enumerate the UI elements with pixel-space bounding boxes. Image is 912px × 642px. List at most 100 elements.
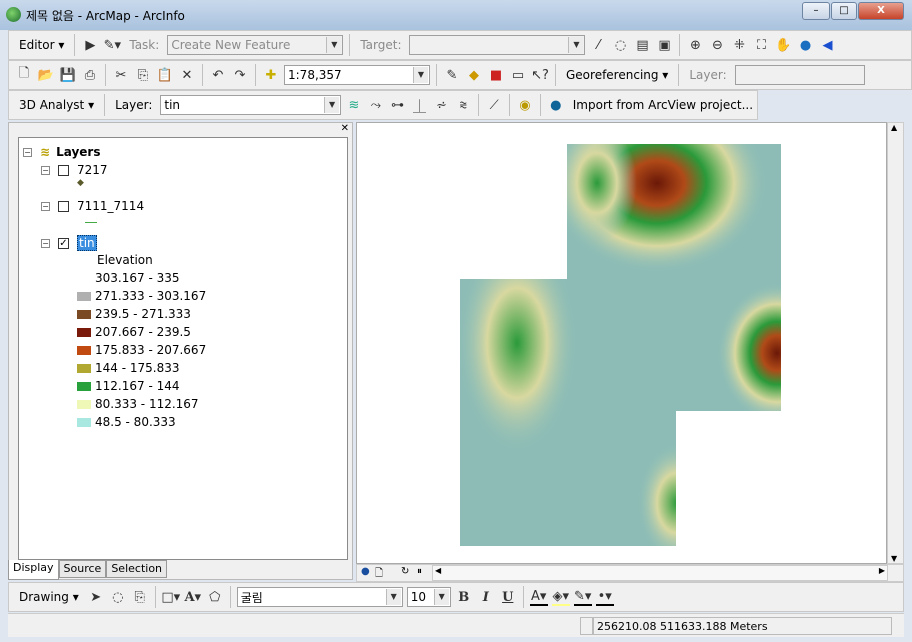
map-scale-dropdown[interactable]: 1:78,357 ▼ — [284, 65, 430, 85]
layer-name-selected[interactable]: tin — [77, 235, 97, 251]
paste-icon[interactable]: 📋 — [156, 66, 174, 84]
sketch-properties-icon[interactable]: ▣ — [655, 36, 673, 54]
arccatalog-icon[interactable]: ◆ — [465, 66, 483, 84]
underline-button[interactable]: U — [499, 588, 517, 606]
drawing-menu[interactable]: Drawing ▾ — [15, 586, 83, 608]
horizontal-scrollbar[interactable]: ◀ ▶ — [432, 565, 888, 581]
layout-view-icon[interactable]: 🗋 — [375, 566, 383, 583]
layer-visibility-checkbox[interactable]: ✓ — [58, 237, 69, 249]
font-dropdown[interactable]: 굴림 ▼ — [236, 587, 403, 607]
maximize-button[interactable]: □ — [831, 2, 857, 20]
globe-import-icon[interactable]: ● — [547, 96, 565, 114]
layer-7111-7114[interactable]: − 7111_7114 — [41, 199, 144, 213]
layer-visibility-checkbox[interactable] — [58, 200, 69, 212]
arcscene-icon[interactable]: ◉ — [516, 96, 534, 114]
collapse-icon[interactable]: − — [41, 165, 50, 175]
undo-icon[interactable]: ↶ — [209, 66, 227, 84]
select-elements-icon[interactable]: ➤ — [87, 588, 105, 606]
full-extent-globe-icon[interactable]: ● — [796, 36, 814, 54]
chevron-down-icon[interactable]: ▼ — [326, 37, 342, 53]
command-line-icon[interactable]: ▭ — [509, 66, 527, 84]
chevron-down-icon[interactable]: ▼ — [568, 37, 584, 53]
attributes-icon[interactable]: ▤ — [633, 36, 651, 54]
layer-tin[interactable]: − ✓ tin — [41, 235, 97, 251]
zoom-in-icon[interactable]: ⊕ — [686, 36, 704, 54]
arctoolbox-icon[interactable]: ■ — [487, 66, 505, 84]
line-of-sight-icon[interactable]: ⊶ — [389, 96, 407, 114]
pause-drawing-icon[interactable]: ⏸ — [417, 566, 422, 577]
zoom-to-elements-icon[interactable]: ⎘ — [131, 588, 149, 606]
split-tool-icon[interactable]: ⁄ — [589, 36, 607, 54]
whats-this-help-icon[interactable]: ↖? — [531, 66, 549, 84]
collapse-icon[interactable]: − — [41, 201, 50, 211]
data-frame-label[interactable]: Layers — [56, 145, 100, 159]
interpolate-polygon-icon[interactable]: ⩬ — [454, 96, 472, 114]
layer-name[interactable]: 7217 — [77, 163, 108, 177]
delete-icon[interactable]: ✕ — [178, 66, 196, 84]
chevron-down-icon[interactable]: ▼ — [324, 97, 340, 113]
refresh-icon[interactable]: ↻ — [401, 566, 409, 577]
text-icon[interactable]: A▾ — [184, 588, 202, 606]
layer-7217[interactable]: − 7217 — [41, 163, 108, 177]
edit-tool-icon[interactable]: ▶ — [81, 36, 99, 54]
georef-layer-dropdown[interactable] — [734, 65, 865, 85]
rotate-tool-icon[interactable]: ◌ — [611, 36, 629, 54]
cut-icon[interactable]: ✂ — [112, 66, 130, 84]
edit-vertices-icon[interactable]: ⬠ — [206, 588, 224, 606]
line-color-icon[interactable]: ✎▾ — [573, 588, 592, 606]
layer-dropdown[interactable]: tin ▼ — [160, 95, 342, 115]
chevron-down-icon[interactable]: ▼ — [413, 67, 428, 83]
close-button[interactable]: X — [858, 2, 904, 20]
import-arcview-button[interactable]: Import from ArcView project... — [569, 94, 757, 116]
steepest-path-icon[interactable]: ⤳ — [367, 96, 385, 114]
target-dropdown[interactable]: ▼ — [409, 35, 586, 55]
contour-tool-icon[interactable]: ≋ — [345, 96, 363, 114]
pan-hand-icon[interactable]: ✋ — [774, 36, 792, 54]
interpolate-line-icon[interactable]: ⩫ — [432, 96, 450, 114]
divider — [509, 94, 511, 116]
save-icon[interactable]: 💾 — [59, 66, 77, 84]
vertical-scrollbar[interactable]: ▲ ▼ — [887, 122, 904, 564]
chevron-down-icon[interactable]: ▼ — [385, 589, 401, 605]
font-color-icon[interactable]: A▾ — [529, 588, 548, 606]
zoom-out-icon[interactable]: ⊖ — [708, 36, 726, 54]
editor-toolbar-icon[interactable]: ✎ — [443, 66, 461, 84]
redo-icon[interactable]: ↷ — [231, 66, 249, 84]
fixed-zoom-out-icon[interactable]: ⛶ — [752, 36, 770, 54]
layer-visibility-checkbox[interactable] — [58, 164, 69, 176]
data-view-icon[interactable]: ● — [361, 566, 370, 577]
tab-source[interactable]: Source — [58, 560, 107, 578]
close-toc-icon[interactable]: ✕ — [341, 123, 349, 134]
open-folder-icon[interactable]: 📂 — [37, 66, 55, 84]
georeferencing-menu[interactable]: Georeferencing ▾ — [562, 64, 672, 86]
map-display[interactable] — [356, 122, 887, 564]
collapse-icon[interactable]: − — [41, 238, 50, 248]
font-size-dropdown[interactable]: 10 ▼ — [406, 587, 451, 607]
editor-menu[interactable]: Editor ▾ — [15, 34, 68, 56]
rotate-icon[interactable]: ◌ — [109, 588, 127, 606]
tab-selection[interactable]: Selection — [106, 560, 168, 578]
tab-display[interactable]: Display — [8, 560, 59, 580]
bold-button[interactable]: B — [455, 588, 473, 606]
back-arrow-icon[interactable]: ◀ — [818, 36, 836, 54]
layer-name[interactable]: 7111_7114 — [77, 199, 144, 213]
3d-analyst-menu[interactable]: 3D Analyst ▾ — [15, 94, 98, 116]
print-icon[interactable]: ⎙ — [81, 66, 99, 84]
fixed-zoom-in-icon[interactable]: ⁜ — [730, 36, 748, 54]
sketch-pencil-icon[interactable]: ✎▾ — [103, 36, 121, 54]
profile-graph-icon[interactable]: ⟋ — [485, 96, 503, 114]
interpolate-point-icon[interactable]: ⏊ — [411, 96, 429, 115]
italic-button[interactable]: I — [477, 588, 495, 606]
minimize-button[interactable]: – — [802, 2, 830, 20]
collapse-icon[interactable]: − — [23, 147, 32, 157]
chevron-down-icon[interactable]: ▼ — [433, 589, 449, 605]
add-data-icon[interactable]: ✚ — [262, 66, 280, 84]
new-document-icon[interactable]: 🗋 — [15, 66, 33, 84]
fill-color-icon[interactable]: ◈▾ — [551, 588, 570, 606]
task-dropdown[interactable]: Create New Feature ▼ — [167, 35, 344, 55]
copy-icon[interactable]: ⎘ — [134, 66, 152, 84]
toc-tabs: Display Source Selection — [8, 560, 168, 580]
rectangle-icon[interactable]: □▾ — [161, 588, 180, 606]
marker-color-icon[interactable]: •▾ — [595, 588, 614, 606]
legend-label: 80.333 - 112.167 — [95, 397, 199, 411]
